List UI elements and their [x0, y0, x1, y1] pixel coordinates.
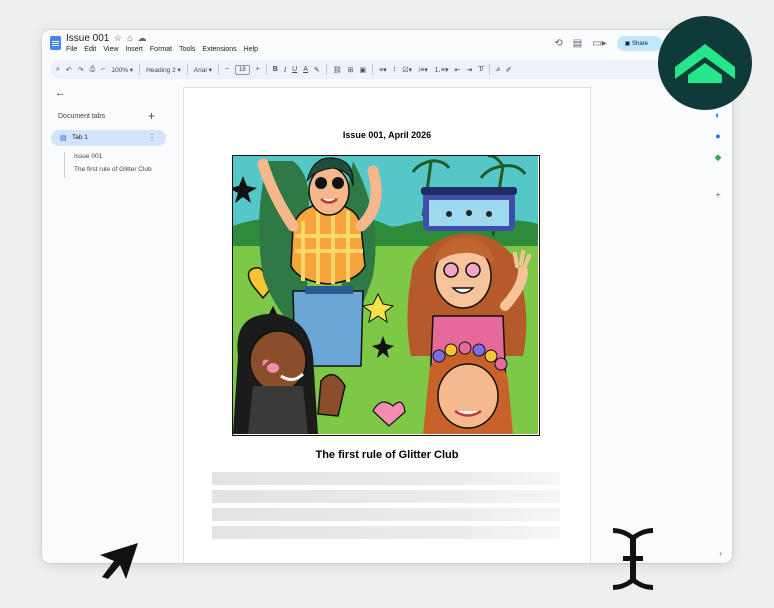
- bulleted-list-icon[interactable]: ⁝≡▾: [418, 66, 428, 74]
- document-page[interactable]: Issue 001, April 2026 The first rule of …: [184, 88, 590, 563]
- undo-icon[interactable]: ↶: [66, 66, 72, 74]
- side-panel-rail: ◐ ● ◆ +: [704, 110, 732, 200]
- menu-file[interactable]: File: [66, 46, 77, 53]
- search-menus-icon[interactable]: ⌕: [56, 66, 60, 74]
- document-tabs-title: Document tabs: [58, 113, 106, 120]
- font-size-input[interactable]: 18: [234, 64, 250, 75]
- docs-window: Issue 001 ☆ ⌂ ☁ File Edit View Insert Fo…: [42, 30, 732, 563]
- cloud-status-icon[interactable]: ☁: [138, 33, 147, 44]
- toolbar-divider: [186, 64, 188, 75]
- comment-icon[interactable]: ▤: [573, 38, 582, 49]
- zoom-value: 100%: [111, 66, 128, 74]
- menu-view[interactable]: View: [103, 46, 118, 53]
- numbered-list-icon[interactable]: ⒈≡▾: [434, 65, 449, 75]
- star-icon[interactable]: ☆: [114, 33, 122, 44]
- title-icons: ☆ ⌂ ☁: [114, 33, 147, 44]
- decrease-indent-icon[interactable]: ⇤: [455, 66, 461, 74]
- share-button[interactable]: ▣ Share: [616, 36, 662, 51]
- arrow-left-icon[interactable]: ←: [55, 87, 66, 99]
- article-headline: The first rule of Glitter Club: [315, 449, 459, 461]
- menu-insert[interactable]: Insert: [125, 46, 143, 53]
- link-icon[interactable]: ⛓: [333, 66, 342, 74]
- menu-edit[interactable]: Edit: [84, 46, 96, 53]
- history-icon[interactable]: ⟲: [554, 38, 562, 49]
- video-icon[interactable]: ▭▸: [592, 38, 606, 49]
- toolbar-divider: [265, 64, 267, 75]
- tab-1[interactable]: ▤ Tab 1 ⋮: [51, 130, 166, 146]
- highlight-icon[interactable]: ✎: [314, 66, 320, 74]
- tab-more-icon[interactable]: ⋮: [148, 133, 156, 142]
- print-icon[interactable]: ⎙: [90, 66, 96, 74]
- clear-formatting-icon[interactable]: T̸: [478, 66, 482, 73]
- style-select[interactable]: Heading 2 ▾: [146, 66, 181, 74]
- underline-button[interactable]: U: [292, 66, 297, 73]
- font-value: Arial: [193, 66, 207, 74]
- toolbar-divider: [139, 64, 141, 75]
- paint-format-icon[interactable]: ⌐: [101, 66, 105, 73]
- menu-tools[interactable]: Tools: [179, 46, 195, 53]
- chevron-right-icon[interactable]: ›: [719, 549, 722, 558]
- menu-bar: File Edit View Insert Format Tools Exten…: [66, 46, 258, 53]
- contacts-icon[interactable]: ●: [715, 131, 720, 141]
- festival-illustration: [232, 155, 540, 436]
- pointer-cursor: [96, 541, 140, 586]
- spellcheck-icon[interactable]: ꭿ: [496, 66, 500, 74]
- blurred-text-line: [212, 526, 560, 539]
- add-tab-button[interactable]: +: [148, 109, 155, 123]
- menu-help[interactable]: Help: [244, 46, 258, 53]
- document-outline: Issue 001 The first rule of Glitter Club: [64, 152, 154, 178]
- checklist-icon[interactable]: ☑▾: [402, 66, 412, 74]
- add-comment-icon[interactable]: ⊞: [348, 66, 354, 74]
- text-color-button[interactable]: A: [303, 66, 308, 73]
- insert-image-icon[interactable]: ▣: [360, 66, 367, 74]
- move-icon[interactable]: ⌂: [127, 33, 132, 44]
- blurred-text-line: [212, 508, 560, 521]
- zoom-select[interactable]: 100% ▾: [111, 66, 133, 74]
- bold-button[interactable]: B: [273, 66, 278, 73]
- toolbar-divider: [217, 64, 219, 75]
- outline-item[interactable]: The first rule of Glitter Club: [74, 165, 154, 174]
- share-label: Share: [631, 41, 648, 47]
- calendar-icon[interactable]: ◐: [715, 110, 720, 120]
- tab-icon: ▤: [60, 135, 67, 142]
- italic-button[interactable]: I: [284, 66, 286, 74]
- editing-mode-icon[interactable]: ✐: [506, 66, 512, 74]
- toolbar-divider: [325, 64, 327, 75]
- redo-icon[interactable]: ↷: [78, 66, 84, 74]
- font-select[interactable]: Arial ▾: [194, 66, 212, 74]
- doc-title[interactable]: Issue 001: [66, 33, 109, 44]
- menu-extensions[interactable]: Extensions: [202, 46, 236, 53]
- tab-label: Tab 1: [72, 134, 88, 141]
- docs-icon[interactable]: [50, 36, 61, 50]
- outline-item[interactable]: Issue 001: [74, 152, 154, 161]
- decrease-font-size-button[interactable]: −: [225, 66, 229, 73]
- style-value: Heading 2: [146, 66, 176, 74]
- blurred-text-line: [212, 472, 560, 485]
- toolbar-divider: [488, 64, 490, 75]
- toolbar-divider: [372, 64, 374, 75]
- align-icon[interactable]: ≡▾: [379, 66, 387, 74]
- blurred-text-line: [212, 490, 560, 503]
- add-addon-icon[interactable]: +: [715, 190, 720, 200]
- increase-indent-icon[interactable]: ⇥: [466, 66, 472, 74]
- line-spacing-icon[interactable]: ↕: [393, 66, 397, 73]
- increase-font-size-button[interactable]: +: [256, 66, 260, 73]
- double-chevron-logo: [658, 16, 752, 110]
- issue-date-heading: Issue 001, April 2026: [342, 130, 432, 140]
- formatting-toolbar: ⌕ ↶ ↷ ⎙ ⌐ 100% ▾ Heading 2 ▾ Arial ▾ − 1…: [50, 60, 714, 79]
- ibeam-cursor: [609, 525, 657, 598]
- menu-format[interactable]: Format: [150, 46, 172, 53]
- maps-icon[interactable]: ◆: [715, 152, 722, 163]
